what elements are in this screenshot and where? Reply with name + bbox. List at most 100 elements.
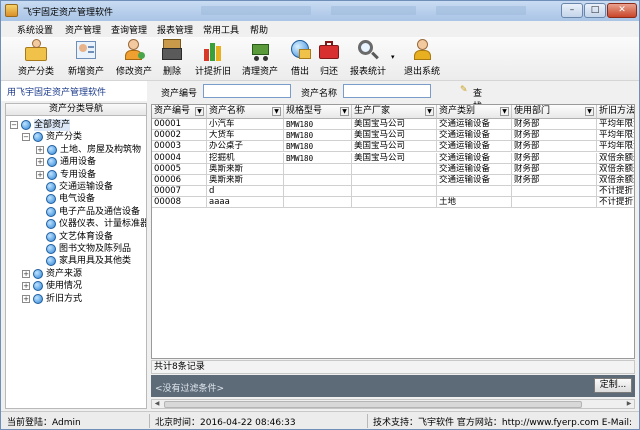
- toolbox-icon: [318, 39, 340, 61]
- asset-name-input[interactable]: [343, 84, 431, 98]
- menu-help[interactable]: 帮助: [250, 23, 268, 36]
- expand-icon[interactable]: +: [36, 158, 44, 167]
- title-bar: 飞宇固定资产管理软件 – □ ✕: [1, 1, 639, 21]
- return-button[interactable]: 归还: [315, 39, 343, 79]
- tree-node-label: 交通运输设备: [59, 182, 114, 192]
- people-folder-icon: [25, 39, 47, 61]
- column-header-label: 资产名称: [209, 106, 246, 116]
- table-cell: [352, 163, 437, 175]
- table-cell: 挖掘机: [207, 152, 284, 164]
- table-cell: 交通运输设备: [437, 119, 512, 130]
- node-icon: [46, 256, 56, 267]
- table-cell: 交通运输设备: [437, 152, 512, 164]
- menu-asset-management[interactable]: 资产管理: [65, 23, 101, 36]
- menu-system-settings[interactable]: 系统设置: [17, 23, 53, 36]
- column-header-label: 折旧方法: [599, 106, 635, 116]
- delete-button[interactable]: 删除: [157, 39, 187, 79]
- filter-dropdown-icon[interactable]: ▼: [425, 107, 434, 116]
- table-cell: BMW180: [284, 119, 352, 130]
- column-header-label: 规格型号: [286, 106, 323, 116]
- column-header[interactable]: 资产名称 ▼: [207, 105, 284, 119]
- report-stats-button[interactable]: 报表统计: [347, 39, 389, 79]
- filter-dropdown-icon[interactable]: ▼: [195, 107, 204, 116]
- asset-code-input[interactable]: [203, 84, 291, 98]
- minimize-button[interactable]: –: [561, 3, 583, 18]
- collapse-icon[interactable]: −: [22, 133, 30, 142]
- add-asset-button[interactable]: 新增资产: [65, 39, 107, 79]
- table-cell: 土地: [437, 197, 512, 209]
- menu-report-management[interactable]: 报表管理: [157, 23, 193, 36]
- table-cell: 美国宝马公司: [352, 141, 437, 153]
- tree-node-label: 专用设备: [60, 169, 97, 180]
- clear-asset-button[interactable]: 清理资产: [239, 39, 281, 79]
- toolbar-label: 计提折旧: [194, 67, 231, 77]
- beijing-time: 北京时间：2016-04-22 08:46:33: [155, 418, 296, 428]
- scroll-left-icon[interactable]: ◀: [152, 400, 162, 408]
- edit-asset-button[interactable]: 修改资产: [113, 39, 155, 79]
- filter-dropdown-icon[interactable]: ▼: [340, 107, 349, 116]
- divider: [149, 414, 150, 428]
- tree-node-label: 使用情况: [46, 281, 83, 292]
- chevron-down-icon: ▾: [391, 53, 395, 61]
- table-cell: 财务部: [512, 175, 597, 186]
- table-cell: [352, 175, 437, 186]
- node-icon: [47, 169, 57, 180]
- asset-category-button[interactable]: 资产分类: [15, 39, 57, 79]
- status-bar: 当前登陆：Admin 北京时间：2016-04-22 08:46:33 技术支持…: [1, 411, 639, 429]
- node-icon: [46, 194, 56, 205]
- node-icon: [46, 219, 56, 230]
- toolbar-label: 归还: [319, 67, 338, 77]
- node-icon: [21, 120, 31, 130]
- expand-icon[interactable]: +: [22, 269, 30, 278]
- customize-button[interactable]: 定制...: [594, 378, 632, 393]
- scroll-thumb[interactable]: [164, 401, 582, 408]
- table-cell: 财务部: [512, 119, 597, 130]
- filter-dropdown-icon[interactable]: ▼: [500, 107, 509, 116]
- report-dropdown-arrow[interactable]: ▾: [390, 39, 398, 79]
- cart-icon: [249, 39, 271, 61]
- table-cell: 交通运输设备: [437, 163, 512, 175]
- expand-icon[interactable]: +: [36, 170, 44, 179]
- close-button[interactable]: ✕: [607, 3, 637, 18]
- magnifier-icon: [357, 39, 379, 61]
- column-header[interactable]: 生产厂家 ▼: [352, 105, 437, 119]
- table-cell: 平均年限法: [597, 141, 634, 153]
- table-cell: [512, 186, 597, 198]
- depreciation-button[interactable]: 计提折旧: [192, 39, 234, 79]
- collapse-icon[interactable]: −: [10, 121, 18, 129]
- app-caption: 用飞宇固定资产管理软件: [1, 81, 147, 101]
- expand-icon[interactable]: +: [36, 145, 44, 154]
- column-header[interactable]: 资产类别 ▼: [437, 105, 512, 119]
- asset-table: 资产编号 ▼ 资产名称 ▼ 规格型号 ▼ 生产厂家 ▼ 资产类别 ▼ 使用部门 ▼ 折旧方法 00001 小…: [151, 104, 635, 359]
- menu-common-tools[interactable]: 常用工具: [203, 23, 239, 36]
- filter-status-bar: <没有过滤条件> 定制...: [151, 375, 635, 397]
- exit-system-button[interactable]: 退出系统: [401, 39, 443, 79]
- pin-icon: ✎: [460, 85, 468, 95]
- table-cell: [284, 197, 352, 209]
- table-cell: 00004: [152, 152, 207, 164]
- maximize-button[interactable]: □: [584, 3, 606, 18]
- expand-icon[interactable]: +: [22, 294, 30, 303]
- scroll-right-icon[interactable]: ▶: [624, 400, 634, 408]
- node-icon: [47, 144, 57, 155]
- filter-dropdown-icon[interactable]: ▼: [272, 107, 281, 116]
- add-user-card-icon: [75, 39, 97, 61]
- toolbar-label: 资产分类: [17, 67, 54, 77]
- toolbar-label: 退出系统: [403, 67, 440, 77]
- table-cell: 00003: [152, 141, 207, 153]
- column-header[interactable]: 规格型号 ▼: [284, 105, 352, 119]
- node-icon: [33, 268, 43, 279]
- column-header[interactable]: 资产编号 ▼: [152, 105, 207, 119]
- menu-query-management[interactable]: 查询管理: [111, 23, 147, 36]
- menu-bar: 系统设置 资产管理 查询管理 报表管理 常用工具 帮助: [1, 21, 639, 37]
- column-header[interactable]: 折旧方法: [597, 105, 635, 119]
- toolbar-label: 借出: [290, 67, 309, 77]
- lend-button[interactable]: 借出: [286, 39, 314, 79]
- horizontal-scrollbar[interactable]: ◀ ▶: [151, 399, 635, 409]
- asset-category-tree: − 全部资产 − 资产分类 + 土地、房屋及构筑物 + 通用设备 + 专用设备 交通运输设备 电气设备…: [5, 116, 147, 409]
- table-cell: 双倍余额递: [597, 153, 634, 164]
- toolbar-label: 删除: [162, 67, 181, 77]
- filter-dropdown-icon[interactable]: ▼: [585, 107, 594, 116]
- expand-icon[interactable]: +: [22, 282, 30, 291]
- column-header[interactable]: 使用部门 ▼: [512, 105, 597, 119]
